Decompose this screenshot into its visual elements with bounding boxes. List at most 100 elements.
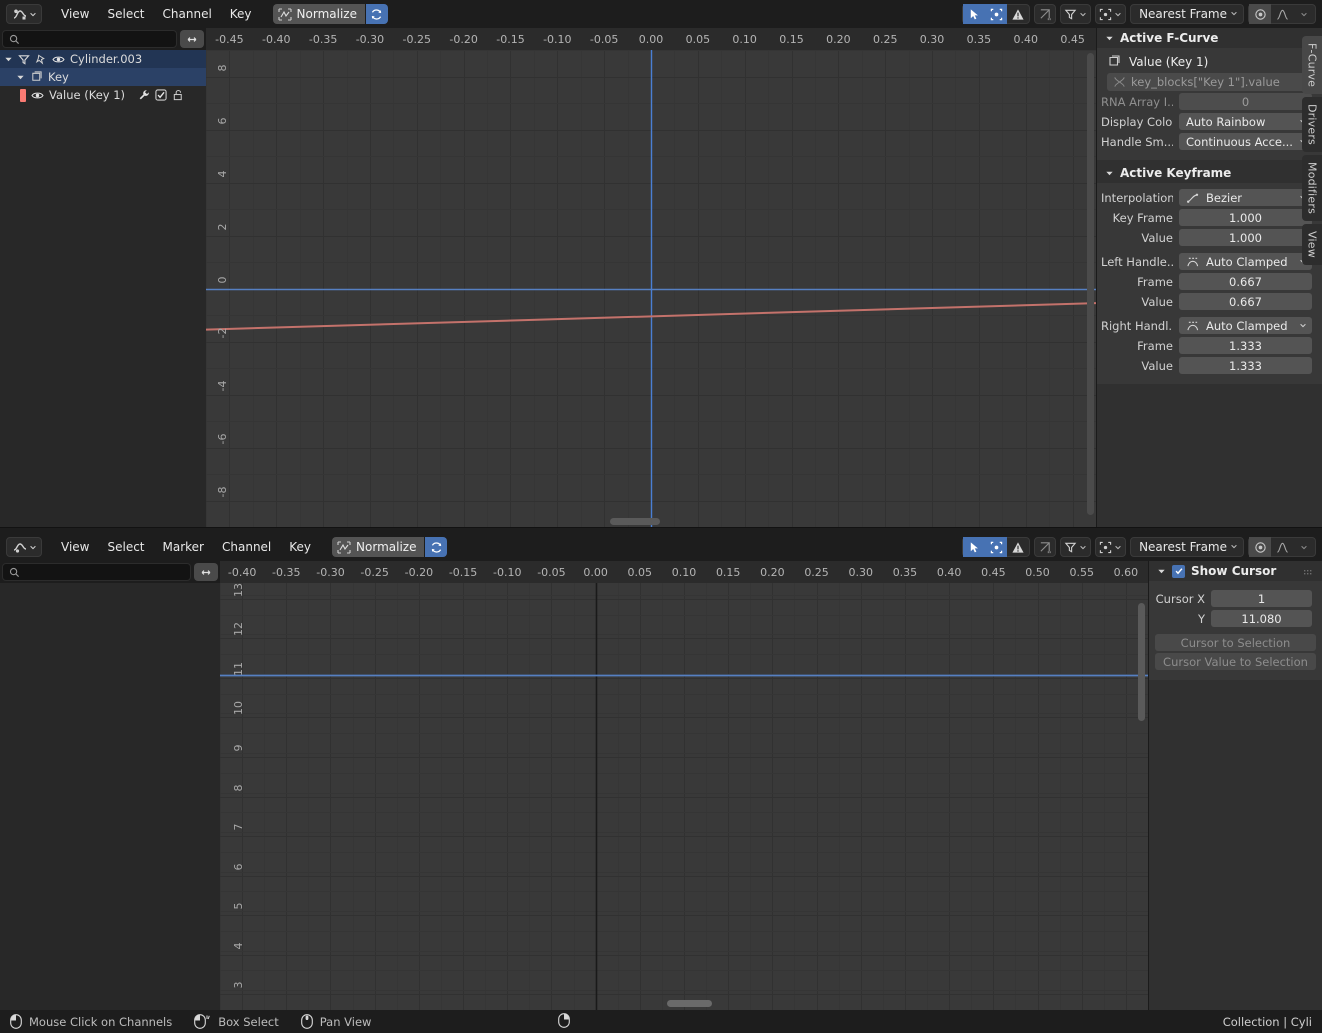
cursor-x-field[interactable]: 1	[1211, 590, 1312, 607]
panel-body-active-fcurve: Value (Key 1) key_blocks["Key 1"].value …	[1097, 48, 1322, 160]
proportional-edit-group-top[interactable]	[1095, 4, 1127, 24]
right-value-field[interactable]: 1.333	[1179, 357, 1312, 374]
channel-sort-toggle-bottom[interactable]	[194, 563, 218, 581]
bottom-x-ruler[interactable]: -0.40 -0.35 -0.30 -0.25 -0.20 -0.15 -0.10 -0.05…	[220, 561, 1148, 583]
sidebar-tab-drivers[interactable]: Drivers	[1302, 97, 1322, 153]
falloff-curve-icon[interactable]	[1271, 537, 1293, 557]
menu-select-bottom[interactable]: Select	[98, 533, 153, 561]
search-input-top[interactable]	[2, 30, 177, 48]
unlock-icon[interactable]	[172, 89, 184, 101]
only-selected-warning-icon[interactable]	[1007, 537, 1029, 557]
panel-header-show-cursor[interactable]: Show Cursor	[1149, 561, 1322, 581]
eye-icon[interactable]	[52, 54, 65, 65]
panel-grip-icon[interactable]	[1304, 567, 1314, 581]
channel-row-group[interactable]: Key	[0, 68, 206, 86]
filter-group-top[interactable]	[1060, 4, 1092, 24]
editor-divider[interactable]	[0, 527, 1322, 528]
left-frame-field[interactable]: 0.667	[1179, 273, 1312, 290]
key-frame-field[interactable]: 1.000	[1179, 209, 1312, 226]
mouse-right-icon	[558, 1012, 571, 1028]
right-frame-field[interactable]: 1.333	[1179, 337, 1312, 354]
disclosure-down-icon[interactable]	[16, 73, 25, 82]
y-tick-label: -4	[216, 380, 229, 391]
tweak-select-icon[interactable]	[963, 537, 986, 557]
tweak-select-icon[interactable]	[963, 4, 986, 24]
interpolation-dropdown[interactable]: Bezier	[1179, 189, 1312, 206]
menu-key-top[interactable]: Key	[221, 0, 261, 28]
handle-smoothing-dropdown[interactable]: Continuous Acce...	[1179, 133, 1312, 150]
ghost-curves-icon[interactable]	[1034, 537, 1057, 557]
x-tick-label: 0.05	[685, 33, 711, 46]
ghost-curves-icon[interactable]	[1034, 4, 1057, 24]
channel-row-object[interactable]: Cylinder.003	[0, 50, 206, 68]
bottom-vertical-scrollbar[interactable]	[1138, 603, 1145, 721]
disclosure-down-icon[interactable]	[1105, 169, 1114, 178]
menu-key-bottom[interactable]: Key	[280, 533, 320, 561]
pin-icon[interactable]	[35, 54, 47, 65]
bottom-horizontal-scrollbar[interactable]	[667, 1000, 712, 1007]
top-vertical-scrollbar[interactable]	[1087, 53, 1094, 515]
disclosure-down-icon[interactable]	[1157, 567, 1166, 576]
left-handle-type-row: Left Handle... Auto Clamped	[1097, 252, 1322, 271]
cursor-y-field[interactable]: 11.080	[1211, 610, 1312, 627]
normalize-auto-refresh-bottom[interactable]	[425, 537, 448, 557]
menu-view-top[interactable]: View	[52, 0, 98, 28]
menu-select-top[interactable]: Select	[98, 0, 153, 28]
cursor-to-selection-button[interactable]: Cursor to Selection	[1155, 634, 1316, 651]
normalize-toggle-bottom[interactable]: Normalize	[332, 537, 425, 557]
menu-channel-top[interactable]: Channel	[154, 0, 221, 28]
right-handle-dropdown[interactable]: Auto Clamped	[1179, 317, 1312, 334]
snap-mode-dropdown-top[interactable]: Nearest Frame	[1130, 4, 1244, 24]
only-selected-warning-icon[interactable]	[1007, 4, 1029, 24]
editor-type-selector-bottom[interactable]	[6, 537, 42, 557]
disclosure-down-icon[interactable]	[4, 55, 13, 64]
channel-row-fcurve[interactable]: Value (Key 1)	[0, 86, 206, 104]
panel-header-active-fcurve[interactable]: Active F-Curve	[1097, 28, 1322, 48]
show-cursor-checkbox[interactable]	[1172, 564, 1185, 578]
checkbox-checked-icon[interactable]	[155, 89, 167, 101]
eye-icon[interactable]	[31, 90, 44, 101]
menu-marker-bottom[interactable]: Marker	[154, 533, 213, 561]
wrench-icon[interactable]	[138, 89, 150, 101]
top-x-ruler[interactable]: -0.45 -0.40 -0.35 -0.30 -0.25 -0.20 -0.15 -0.10…	[206, 28, 1096, 50]
key-value-field[interactable]: 1.000	[1179, 229, 1312, 246]
x-tick-label: -0.20	[404, 566, 434, 579]
top-horizontal-scrollbar[interactable]	[610, 518, 660, 525]
box-select-icon[interactable]	[985, 537, 1008, 557]
chevron-down-icon[interactable]	[1293, 537, 1315, 557]
chevron-down-icon[interactable]	[1293, 4, 1315, 24]
search-input-bottom[interactable]	[2, 563, 191, 581]
left-value-field[interactable]: 0.667	[1179, 293, 1312, 310]
menu-channel-bottom[interactable]: Channel	[213, 533, 280, 561]
bottom-graph-area[interactable]: 13 12 11 10 9 8 7 6 5 4 3	[220, 583, 1148, 1010]
normalize-auto-refresh-top[interactable]	[365, 4, 388, 24]
proportional-edit-group-bottom[interactable]	[1095, 537, 1127, 557]
falloff-curve-icon[interactable]	[1271, 4, 1293, 24]
display-color-dropdown[interactable]: Auto Rainbow	[1179, 113, 1312, 130]
box-select-icon[interactable]	[985, 4, 1008, 24]
filter-group-bottom[interactable]	[1060, 537, 1092, 557]
editor-type-selector-top[interactable]	[6, 4, 42, 24]
normalize-icon	[277, 7, 292, 21]
sidebar-tab-fcurve[interactable]: F-Curve	[1302, 36, 1322, 95]
left-handle-dropdown[interactable]: Auto Clamped	[1179, 253, 1312, 270]
sidebar-tab-view[interactable]: View	[1302, 224, 1322, 266]
snap-target-icon[interactable]	[1249, 4, 1271, 24]
cursor-value-to-selection-button[interactable]: Cursor Value to Selection	[1155, 653, 1316, 670]
normalize-toggle-top[interactable]: Normalize	[272, 4, 365, 24]
data-path-field[interactable]: key_blocks["Key 1"].value	[1107, 72, 1312, 91]
channel-sort-toggle-top[interactable]	[180, 30, 204, 48]
sidebar-tab-modifiers[interactable]: Modifiers	[1302, 155, 1322, 222]
bottom-y-axis-labels: 13 12 11 10 9 8 7 6 5 4 3	[220, 583, 250, 1010]
snap-mode-dropdown-bottom[interactable]: Nearest Frame	[1130, 537, 1244, 557]
graph-editor-icon	[13, 542, 26, 553]
rna-array-index-field[interactable]: 0	[1179, 93, 1312, 110]
menu-view-bottom[interactable]: View	[52, 533, 98, 561]
top-graph-area[interactable]: 8 6 4 2 0 -2 -4 -6 -8	[206, 50, 1096, 527]
disclosure-down-icon[interactable]	[1105, 34, 1114, 43]
snap-target-icon[interactable]	[1249, 537, 1271, 557]
channel-search-row-bottom	[0, 561, 220, 583]
panel-header-active-keyframe[interactable]: Active Keyframe	[1097, 163, 1322, 183]
channel-list-bottom[interactable]	[0, 583, 220, 1003]
x-tick-label: -0.10	[493, 566, 522, 579]
